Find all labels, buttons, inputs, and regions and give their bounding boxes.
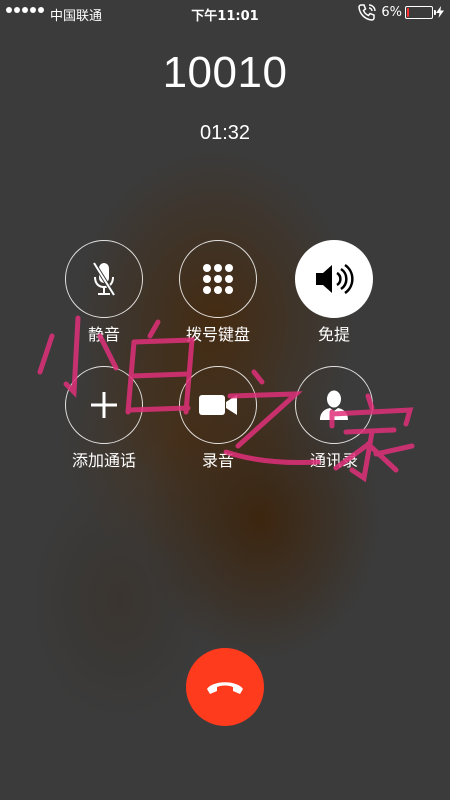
plus-icon xyxy=(91,392,117,418)
add-call-label: 添加通话 xyxy=(71,451,136,470)
record-button[interactable]: 录音 xyxy=(158,366,278,471)
add-call-button[interactable]: 添加通话 xyxy=(44,366,164,471)
end-call-button[interactable] xyxy=(186,648,264,726)
charging-bolt-icon xyxy=(436,6,444,18)
contacts-label: 通讯录 xyxy=(309,451,358,470)
keypad-button-circle[interactable] xyxy=(179,240,257,318)
hang-up-phone-icon xyxy=(207,682,243,694)
speaker-icon xyxy=(316,263,354,295)
battery-icon xyxy=(405,5,436,19)
keypad-label: 拨号键盘 xyxy=(185,325,250,344)
keypad-button[interactable]: 拨号键盘 xyxy=(158,240,278,345)
mute-microphone-icon xyxy=(92,261,116,297)
mute-button-circle[interactable] xyxy=(65,240,143,318)
contacts-button-circle[interactable] xyxy=(295,366,373,444)
status-bar: 中国联通 下午11:01 6% xyxy=(0,0,450,26)
video-camera-icon xyxy=(199,395,237,415)
phone-wifi-call-icon xyxy=(358,4,377,21)
record-label: 录音 xyxy=(201,451,234,470)
record-button-circle[interactable] xyxy=(179,366,257,444)
status-right: 6% xyxy=(358,3,444,21)
speaker-button[interactable]: 免提 xyxy=(274,240,394,345)
caller-number: 10010 xyxy=(162,48,288,97)
contacts-button[interactable]: 通讯录 xyxy=(274,366,394,471)
add-call-button-circle[interactable] xyxy=(65,366,143,444)
speaker-button-circle[interactable] xyxy=(295,240,373,318)
battery-level-fill xyxy=(407,7,409,17)
keypad-icon xyxy=(203,264,233,294)
mute-label: 静音 xyxy=(87,325,120,344)
battery-percent: 6% xyxy=(381,4,402,20)
call-duration: 01:32 xyxy=(199,122,251,144)
contact-person-icon xyxy=(320,390,348,420)
mute-button[interactable]: 静音 xyxy=(44,240,164,345)
speaker-label: 免提 xyxy=(317,325,350,344)
